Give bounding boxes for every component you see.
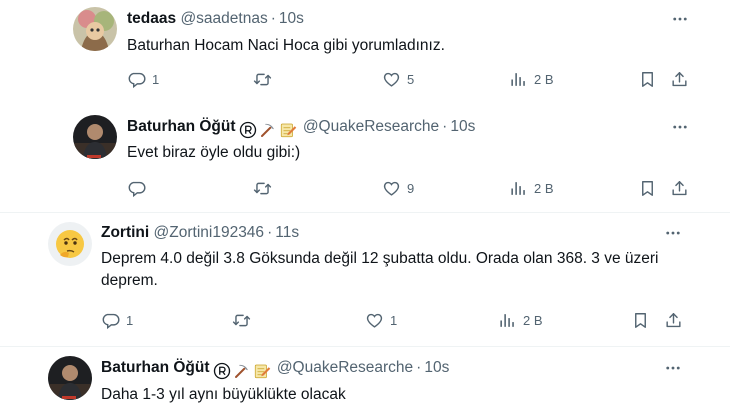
author-name[interactable]: Baturhan Öğüt: [101, 359, 210, 376]
more-dots-icon[interactable]: [669, 9, 691, 29]
retweet-button[interactable]: [232, 309, 251, 331]
heart-icon: [365, 311, 384, 330]
view-count: 2 B: [523, 312, 543, 328]
speech-bubble-icon: [101, 311, 120, 330]
like-count: 9: [407, 180, 415, 196]
retweet-button[interactable]: [253, 177, 272, 199]
view-count: 2 B: [534, 71, 554, 87]
bar-chart-icon: [509, 70, 528, 89]
more-dots-icon[interactable]: [662, 223, 684, 243]
share-upload-icon: [670, 70, 689, 89]
reply-count: 1: [152, 71, 160, 87]
like-button[interactable]: 1: [365, 309, 397, 331]
views-button[interactable]: 2 B: [498, 309, 543, 331]
retweet-arrows-icon: [253, 70, 272, 89]
like-count: 1: [390, 312, 398, 328]
share-button[interactable]: [670, 177, 689, 199]
share-upload-icon: [664, 311, 683, 330]
pickaxe-icon: [233, 362, 251, 380]
tweet-text: Evet biraz öyle oldu gibi:): [127, 144, 301, 161]
retweet-button[interactable]: [253, 68, 272, 90]
speech-bubble-icon: [127, 179, 146, 198]
pickaxe-icon: [259, 121, 277, 139]
author-name[interactable]: tedaas: [127, 10, 176, 27]
bookmark-button[interactable]: [631, 309, 650, 331]
share-button[interactable]: [664, 309, 683, 331]
bookmark-icon: [638, 179, 657, 198]
author-name[interactable]: Baturhan Öğüt: [127, 118, 236, 135]
reply-button[interactable]: 1: [127, 68, 159, 90]
bar-chart-icon: [509, 179, 528, 198]
bar-chart-icon: [498, 311, 517, 330]
share-upload-icon: [670, 179, 689, 198]
tweet[interactable]: tedaas @saadetnas · 10s Baturhan Hocam Nac…: [0, 0, 730, 108]
tweet-text: Baturhan Hocam Naci Hoca gibi yorumladın…: [127, 37, 445, 54]
registered-icon: [239, 121, 257, 139]
name-badges: [239, 121, 299, 139]
more-dots-icon[interactable]: [669, 117, 691, 137]
name-badges: [213, 362, 273, 380]
views-button[interactable]: 2 B: [509, 177, 554, 199]
memo-icon: [279, 121, 297, 139]
author-handle[interactable]: @Zortini192346: [154, 224, 265, 241]
more-dots-icon[interactable]: [662, 358, 684, 378]
bookmark-button[interactable]: [638, 68, 657, 90]
views-button[interactable]: 2 B: [509, 68, 554, 90]
share-button[interactable]: [670, 68, 689, 90]
heart-icon: [382, 179, 401, 198]
author-handle[interactable]: @QuakeResearche: [303, 118, 439, 135]
tweet-text: Daha 1-3 yıl aynı büyüklükte olacak: [101, 386, 346, 403]
avatar[interactable]: [73, 7, 117, 51]
tweet[interactable]: Baturhan Öğüt @QuakeResearche · 10s Daha 1…: [0, 347, 730, 420]
bookmark-icon: [631, 311, 650, 330]
speech-bubble-icon: [127, 70, 146, 89]
bookmark-button[interactable]: [638, 177, 657, 199]
author-handle[interactable]: @saadetnas: [180, 10, 267, 27]
retweet-arrows-icon: [253, 179, 272, 198]
like-button[interactable]: 5: [382, 68, 414, 90]
author-handle[interactable]: @QuakeResearche: [277, 359, 413, 376]
like-button[interactable]: 9: [382, 177, 414, 199]
like-count: 5: [407, 71, 415, 87]
reply-count: 1: [126, 312, 134, 328]
reply-button[interactable]: 1: [101, 309, 133, 331]
bookmark-icon: [638, 70, 657, 89]
retweet-arrows-icon: [232, 311, 251, 330]
timestamp[interactable]: 10s: [424, 359, 449, 376]
tweet[interactable]: Baturhan Öğüt @QuakeResearche · 10s Evet b…: [0, 108, 730, 212]
tweet-text: Deprem 4.0 değil 3.8 Göksunda değil 12 ş…: [101, 250, 659, 289]
tweet[interactable]: Zortini @Zortini192346 · 11s Deprem 4.0 de…: [0, 213, 730, 346]
timestamp[interactable]: 10s: [279, 10, 304, 27]
avatar[interactable]: [48, 222, 92, 266]
author-name[interactable]: Zortini: [101, 224, 149, 241]
avatar[interactable]: [48, 356, 92, 400]
avatar[interactable]: [73, 115, 117, 159]
view-count: 2 B: [534, 180, 554, 196]
reply-button[interactable]: [127, 177, 146, 199]
timestamp[interactable]: 10s: [450, 118, 475, 135]
timestamp[interactable]: 11s: [275, 224, 299, 241]
memo-icon: [253, 362, 271, 380]
heart-icon: [382, 70, 401, 89]
registered-icon: [213, 362, 231, 380]
